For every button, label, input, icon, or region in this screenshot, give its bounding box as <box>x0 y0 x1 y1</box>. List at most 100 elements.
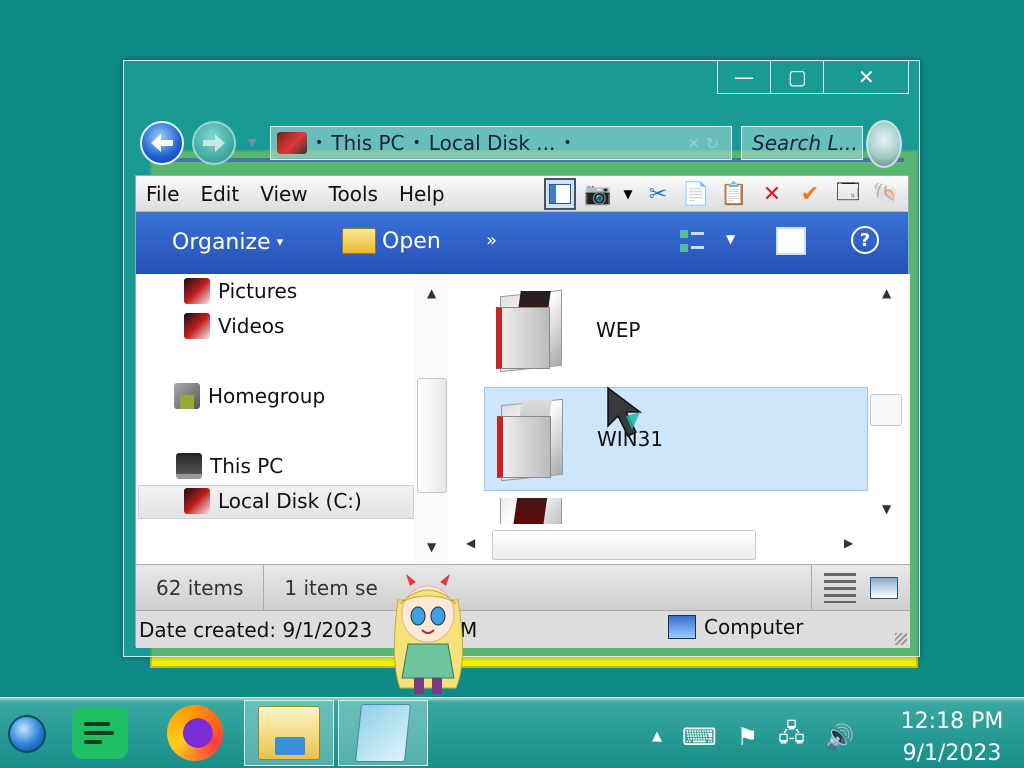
breadcrumb-this-pc[interactable]: This PC <box>331 131 404 155</box>
horizontal-scroll-thumb[interactable] <box>492 530 756 560</box>
file-item-win31[interactable]: WIN31 <box>484 387 868 491</box>
scroll-down-icon[interactable]: ▼ <box>427 540 436 554</box>
change-view-icon[interactable] <box>680 230 704 254</box>
nav-item-homegroup[interactable]: Homegroup <box>174 383 325 409</box>
notepad-icon <box>354 704 412 762</box>
cut-icon[interactable]: ✂ <box>642 178 674 210</box>
chevron-down-icon: ▾ <box>276 235 284 250</box>
nav-item-local-disk[interactable]: Local Disk (C:) <box>184 488 362 514</box>
minimize-button[interactable]: — <box>718 61 772 93</box>
file-list-vertical-scrollbar[interactable]: ▲ ▼ <box>868 274 910 524</box>
notes-app-icon <box>72 707 128 759</box>
file-list-scroll-thumb[interactable] <box>870 394 902 426</box>
taskbar-clock[interactable]: 12:18 PM 9/1/2023 <box>888 706 1016 768</box>
maximize-button[interactable]: ▢ <box>771 61 825 93</box>
navigation-pane: Pictures Videos Homegroup This PC Local … <box>136 274 448 564</box>
volume-icon[interactable]: 🔊 <box>825 723 855 751</box>
menu-view[interactable]: View <box>250 182 318 206</box>
drive-icon <box>277 132 307 154</box>
nav-item-this-pc[interactable]: This PC <box>176 453 283 479</box>
menu-edit[interactable]: Edit <box>190 182 250 206</box>
keyboard-layout-icon[interactable]: ⌨ <box>682 723 717 751</box>
nav-item-label: Local Disk (C:) <box>218 489 362 513</box>
mouse-cursor-icon <box>607 386 643 438</box>
scroll-down-icon[interactable]: ▼ <box>882 502 891 516</box>
nav-item-pictures[interactable]: Pictures <box>184 278 297 304</box>
scroll-up-icon[interactable]: ▲ <box>427 286 436 300</box>
taskbar-app-file-explorer[interactable] <box>244 700 334 766</box>
large-icons-view-icon[interactable] <box>870 577 898 599</box>
back-arrow-icon <box>151 134 173 152</box>
properties-icon[interactable]: 🗔 <box>832 178 864 210</box>
taskbar-app-notes[interactable] <box>55 700 145 766</box>
preview-pane-button[interactable] <box>776 227 806 255</box>
breadcrumb-separator: • <box>563 135 572 151</box>
more-commands-button[interactable]: » <box>486 230 497 251</box>
firefox-icon <box>167 705 223 761</box>
checkmark-icon[interactable]: ✔ <box>794 178 826 210</box>
homegroup-icon <box>174 383 200 409</box>
explorer-window: File Edit View Tools Help 📷 ▼ ✂ 📄 📋 ✕ ✔ … <box>135 175 910 648</box>
file-item-wep[interactable]: WEP <box>484 278 868 382</box>
open-button[interactable]: Open <box>342 228 441 254</box>
date-created-text: Date created: 9/1/2023 <box>139 617 373 642</box>
file-item-partial[interactable] <box>484 498 868 524</box>
organize-label: Organize <box>172 230 271 255</box>
back-button[interactable] <box>140 121 184 165</box>
toolbar-icons: 📷 ▼ ✂ 📄 📋 ✕ ✔ 🗔 🐚 <box>544 178 902 210</box>
chevron-down-icon[interactable]: ▼ <box>620 178 636 210</box>
file-list-horizontal-scrollbar[interactable]: ◀ ▶ <box>454 524 868 564</box>
address-controls[interactable]: ✕ ↻ <box>687 134 731 153</box>
scroll-left-icon[interactable]: ◀ <box>466 536 475 550</box>
nav-pane-scrollbar[interactable]: ▲ ▼ <box>415 274 448 564</box>
open-label: Open <box>382 228 441 254</box>
location-indicator: Computer <box>668 615 803 639</box>
network-icon[interactable]: 🖧 <box>778 716 805 757</box>
nav-pane-scroll-thumb[interactable] <box>417 378 447 493</box>
breadcrumb-separator: • <box>412 135 421 151</box>
close-button[interactable]: ✕ <box>824 61 908 93</box>
command-bar: Organize ▾ Open » ▼ ? <box>136 212 908 274</box>
camera-icon[interactable]: 📷 <box>582 178 614 210</box>
address-bar[interactable]: • This PC • Local Disk ... • ✕ ↻ <box>270 126 732 160</box>
shell-icon[interactable]: 🐚 <box>870 178 902 210</box>
menu-help[interactable]: Help <box>389 182 456 206</box>
menu-tools[interactable]: Tools <box>319 182 389 206</box>
organize-button[interactable]: Organize ▾ <box>172 230 283 255</box>
breadcrumb-local-disk[interactable]: Local Disk ... <box>429 131 556 155</box>
chevron-down-icon[interactable]: ▼ <box>726 232 735 246</box>
delete-icon[interactable]: ✕ <box>756 178 788 210</box>
start-button[interactable] <box>8 715 46 753</box>
folder-icon <box>494 498 574 524</box>
taskbar: ▲ ⌨ ⚑ 🖧 🔊 12:18 PM 9/1/2023 <box>0 697 1024 768</box>
file-explorer-icon <box>258 706 320 760</box>
recent-locations-dropdown[interactable]: ▼ <box>248 136 256 149</box>
taskbar-app-notepad[interactable] <box>338 700 428 766</box>
copy-icon[interactable]: 📄 <box>680 178 712 210</box>
preview-pane-toggle-icon[interactable] <box>544 178 576 210</box>
action-center-flag-icon[interactable]: ⚑ <box>737 723 759 751</box>
search-input[interactable]: Search L... <box>741 126 863 160</box>
item-count: 62 items <box>136 565 265 611</box>
search-icon[interactable] <box>866 120 902 168</box>
status-bar: 62 items 1 item se <box>136 564 910 611</box>
scroll-right-icon[interactable]: ▶ <box>844 536 853 550</box>
file-name: WEP <box>596 318 641 342</box>
drive-icon <box>184 488 210 514</box>
scroll-up-icon[interactable]: ▲ <box>882 286 891 300</box>
paste-icon[interactable]: 📋 <box>718 178 750 210</box>
show-hidden-icons-button[interactable]: ▲ <box>652 729 662 744</box>
help-button[interactable]: ? <box>851 226 879 254</box>
videos-icon <box>184 313 210 339</box>
nav-item-label: Pictures <box>218 279 298 303</box>
forward-button[interactable] <box>192 121 236 165</box>
resize-grip-icon[interactable] <box>895 633 907 645</box>
file-list-pane: WEP WIN31 ▲ ▼ ◀ ▶ <box>454 274 910 564</box>
location-label: Computer <box>704 615 804 639</box>
menu-file[interactable]: File <box>136 182 190 206</box>
view-switcher <box>811 565 910 611</box>
nav-item-videos[interactable]: Videos <box>184 313 284 339</box>
taskbar-app-firefox[interactable] <box>150 700 240 766</box>
selection-count: 1 item se <box>284 576 378 600</box>
details-view-icon[interactable] <box>824 573 856 603</box>
